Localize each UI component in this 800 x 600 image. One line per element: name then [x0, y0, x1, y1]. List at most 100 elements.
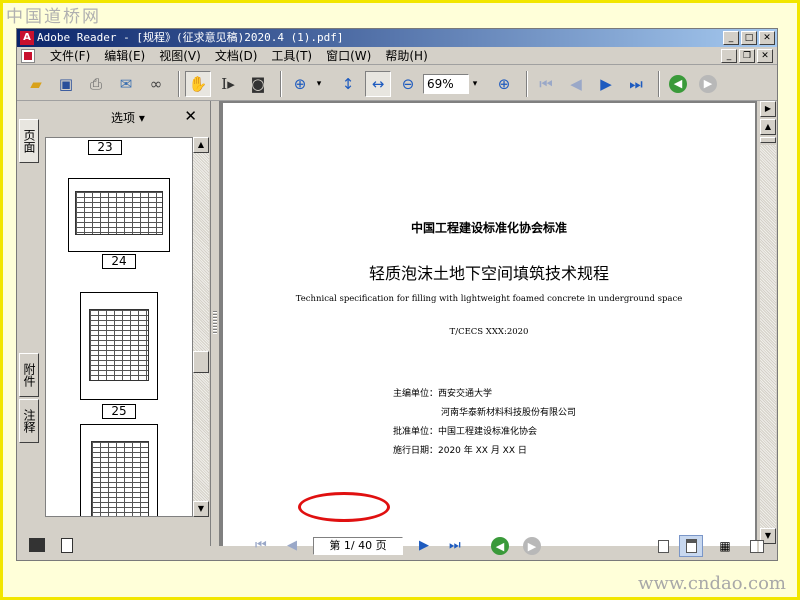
document-title: 轻质泡沫土地下空间填筑技术规程 — [368, 264, 609, 283]
select-text-icon[interactable]: I▸ — [215, 71, 241, 97]
document-window-controls: _ ❐ ✕ — [721, 49, 773, 63]
continuous-facing-layout-icon[interactable]: ▦ — [713, 535, 737, 557]
print-icon[interactable]: ⎙ — [83, 71, 109, 97]
title-bar: A Adobe Reader - [规程》(征求意见稿)2020.4 (1).p… — [17, 29, 777, 47]
thumbnail-table — [75, 191, 163, 235]
page-thumbnail[interactable] — [80, 292, 158, 400]
approver-line: 批准单位：中国工程建设标准化协会 — [393, 427, 538, 437]
zoom-level-input[interactable]: 69% — [423, 73, 469, 94]
next-page-icon[interactable]: ▶ — [419, 538, 429, 553]
previous-page-icon[interactable]: ◀ — [563, 71, 589, 97]
toolbar-separator — [280, 70, 282, 97]
search-binoculars-icon[interactable]: ∞ — [143, 71, 169, 97]
last-page-icon[interactable]: ⏭ — [449, 538, 461, 553]
main-toolbar: ▰ ▣ ⎙ ✉ ∞ ✋ I▸ ◙ ⊕ ▾ ↕ ↔ ⊖ 69% ▾ ⊕ ⏮ ◀ ▶… — [17, 67, 777, 101]
toolbar-separator — [658, 70, 660, 97]
doc-restore-button[interactable]: ❐ — [739, 49, 755, 63]
window-controls: _ □ ✕ — [723, 31, 775, 45]
hand-tool-icon[interactable]: ✋ — [185, 70, 211, 97]
chief-editor-line: 主编单位：西安交通大学 — [393, 389, 493, 399]
go-back-icon[interactable]: ◀ — [491, 537, 509, 555]
zoom-out-icon[interactable]: ⊖ — [395, 71, 421, 97]
menu-file[interactable]: 文件(F) — [43, 47, 97, 65]
page-number-input[interactable]: 第 1/ 40 页 — [313, 537, 403, 555]
monitor-icon[interactable] — [29, 538, 45, 552]
menu-edit[interactable]: 编辑(E) — [97, 47, 152, 65]
fit-height-icon[interactable]: ↕ — [335, 71, 361, 97]
email-icon[interactable]: ✉ — [113, 71, 139, 97]
navigation-tabs: 页面 附件 注释 — [19, 119, 41, 559]
thumbnail-label: 25 — [102, 404, 136, 419]
adobe-reader-icon: A — [20, 31, 34, 45]
go-back-icon[interactable]: ◀ — [665, 71, 691, 97]
menu-tools[interactable]: 工具(T) — [264, 47, 319, 65]
standard-code: T/CECS XXX:2020 — [449, 327, 529, 337]
menu-view[interactable]: 视图(V) — [152, 47, 208, 65]
highlight-circle — [298, 492, 390, 522]
adobe-reader-window: A Adobe Reader - [规程》(征求意见稿)2020.4 (1).p… — [16, 28, 778, 561]
zoom-in-icon[interactable]: ⊕ — [491, 71, 517, 97]
page-thumbnail[interactable] — [80, 424, 158, 516]
zoom-dropdown-chevron-icon[interactable]: ▾ — [469, 79, 481, 89]
pdf-page: 中国工程建设标准化协会标准 轻质泡沫土地下空间填筑技术规程 Technical … — [223, 103, 755, 546]
scroll-down-icon[interactable]: ▼ — [193, 501, 209, 517]
first-page-icon[interactable]: ⏮ — [533, 71, 559, 97]
close-button[interactable]: ✕ — [759, 31, 775, 45]
panel-splitter[interactable] — [211, 101, 219, 546]
close-panel-icon[interactable]: ✕ — [184, 107, 197, 125]
scroll-up-icon[interactable]: ▲ — [193, 137, 209, 153]
toolbar-separator — [178, 70, 180, 97]
continuous-layout-icon[interactable] — [679, 535, 703, 557]
tab-comments[interactable]: 注释 — [19, 399, 39, 443]
open-folder-icon[interactable]: ▰ — [23, 71, 49, 97]
go-forward-icon[interactable]: ▶ — [695, 71, 721, 97]
page-info-icon[interactable] — [61, 538, 73, 553]
save-icon[interactable]: ▣ — [53, 71, 79, 97]
document-scrollbar[interactable]: ▶ ▲ ▼ — [759, 101, 777, 546]
co-editor-line: 河南华泰新材料科技股份有限公司 — [441, 408, 577, 418]
next-page-icon[interactable]: ▶ — [593, 71, 619, 97]
document-menu-icon[interactable] — [21, 48, 35, 63]
snapshot-camera-icon[interactable]: ◙ — [245, 71, 271, 97]
document-english-title: Technical specification for filling with… — [295, 294, 683, 304]
scroll-split-icon[interactable]: ▶ — [760, 101, 776, 117]
minimize-button[interactable]: _ — [723, 31, 739, 45]
single-page-layout-icon[interactable] — [651, 535, 675, 557]
doc-close-button[interactable]: ✕ — [757, 49, 773, 63]
go-forward-icon[interactable]: ▶ — [523, 537, 541, 555]
toolbar-separator — [526, 70, 528, 97]
doc-minimize-button[interactable]: _ — [721, 49, 737, 63]
thumbnail-scrollbar[interactable]: ▲ ▼ — [193, 137, 209, 517]
window-title: Adobe Reader - [规程》(征求意见稿)2020.4 (1).pdf… — [37, 31, 344, 44]
zoom-in-tool-icon[interactable]: ⊕ — [287, 71, 313, 97]
fit-width-icon[interactable]: ↔ — [365, 70, 391, 97]
options-menu-button[interactable]: 选项 ▾ — [111, 109, 145, 126]
chevron-down-icon[interactable]: ▾ — [313, 79, 325, 89]
document-view[interactable]: 中国工程建设标准化协会标准 轻质泡沫土地下空间填筑技术规程 Technical … — [219, 101, 757, 546]
maximize-button[interactable]: □ — [741, 31, 757, 45]
last-page-icon[interactable]: ⏭ — [623, 71, 649, 97]
thumbnail-label: 23 — [88, 140, 122, 155]
effective-date-line: 施行日期：2020 年 XX 月 XX 日 — [393, 446, 527, 456]
page-thumbnail[interactable] — [68, 178, 170, 252]
previous-page-icon[interactable]: ◀ — [287, 538, 297, 553]
first-page-icon[interactable]: ⏮ — [255, 538, 267, 553]
menu-window[interactable]: 窗口(W) — [319, 47, 378, 65]
panel-header: 选项 ▾ ✕ — [41, 107, 211, 129]
menu-bar: 文件(F) 编辑(E) 视图(V) 文档(D) 工具(T) 窗口(W) 帮助(H… — [17, 47, 777, 65]
site-logo-watermark: 中国道桥网 — [6, 7, 101, 27]
menu-document[interactable]: 文档(D) — [208, 47, 265, 65]
scroll-thumb[interactable] — [760, 137, 776, 143]
thumbnail-table — [91, 441, 149, 516]
splitter-grip[interactable] — [213, 311, 217, 335]
status-bar: ⏮ ◀ 第 1/ 40 页 ▶ ⏭ ◀ ▶ ▦ — [17, 532, 777, 560]
scroll-track[interactable] — [760, 145, 776, 528]
facing-layout-icon[interactable] — [745, 535, 769, 557]
scroll-thumb[interactable] — [193, 351, 209, 373]
page-thumbnails-panel: 选项 ▾ ✕ 23 24 25 ▲ ▼ — [41, 101, 211, 546]
tab-pages[interactable]: 页面 — [19, 119, 39, 163]
menu-help[interactable]: 帮助(H) — [378, 47, 434, 65]
tab-attachments[interactable]: 附件 — [19, 353, 39, 397]
scroll-up-icon[interactable]: ▲ — [760, 119, 776, 135]
site-url-watermark: www.cndao.com — [638, 573, 786, 594]
